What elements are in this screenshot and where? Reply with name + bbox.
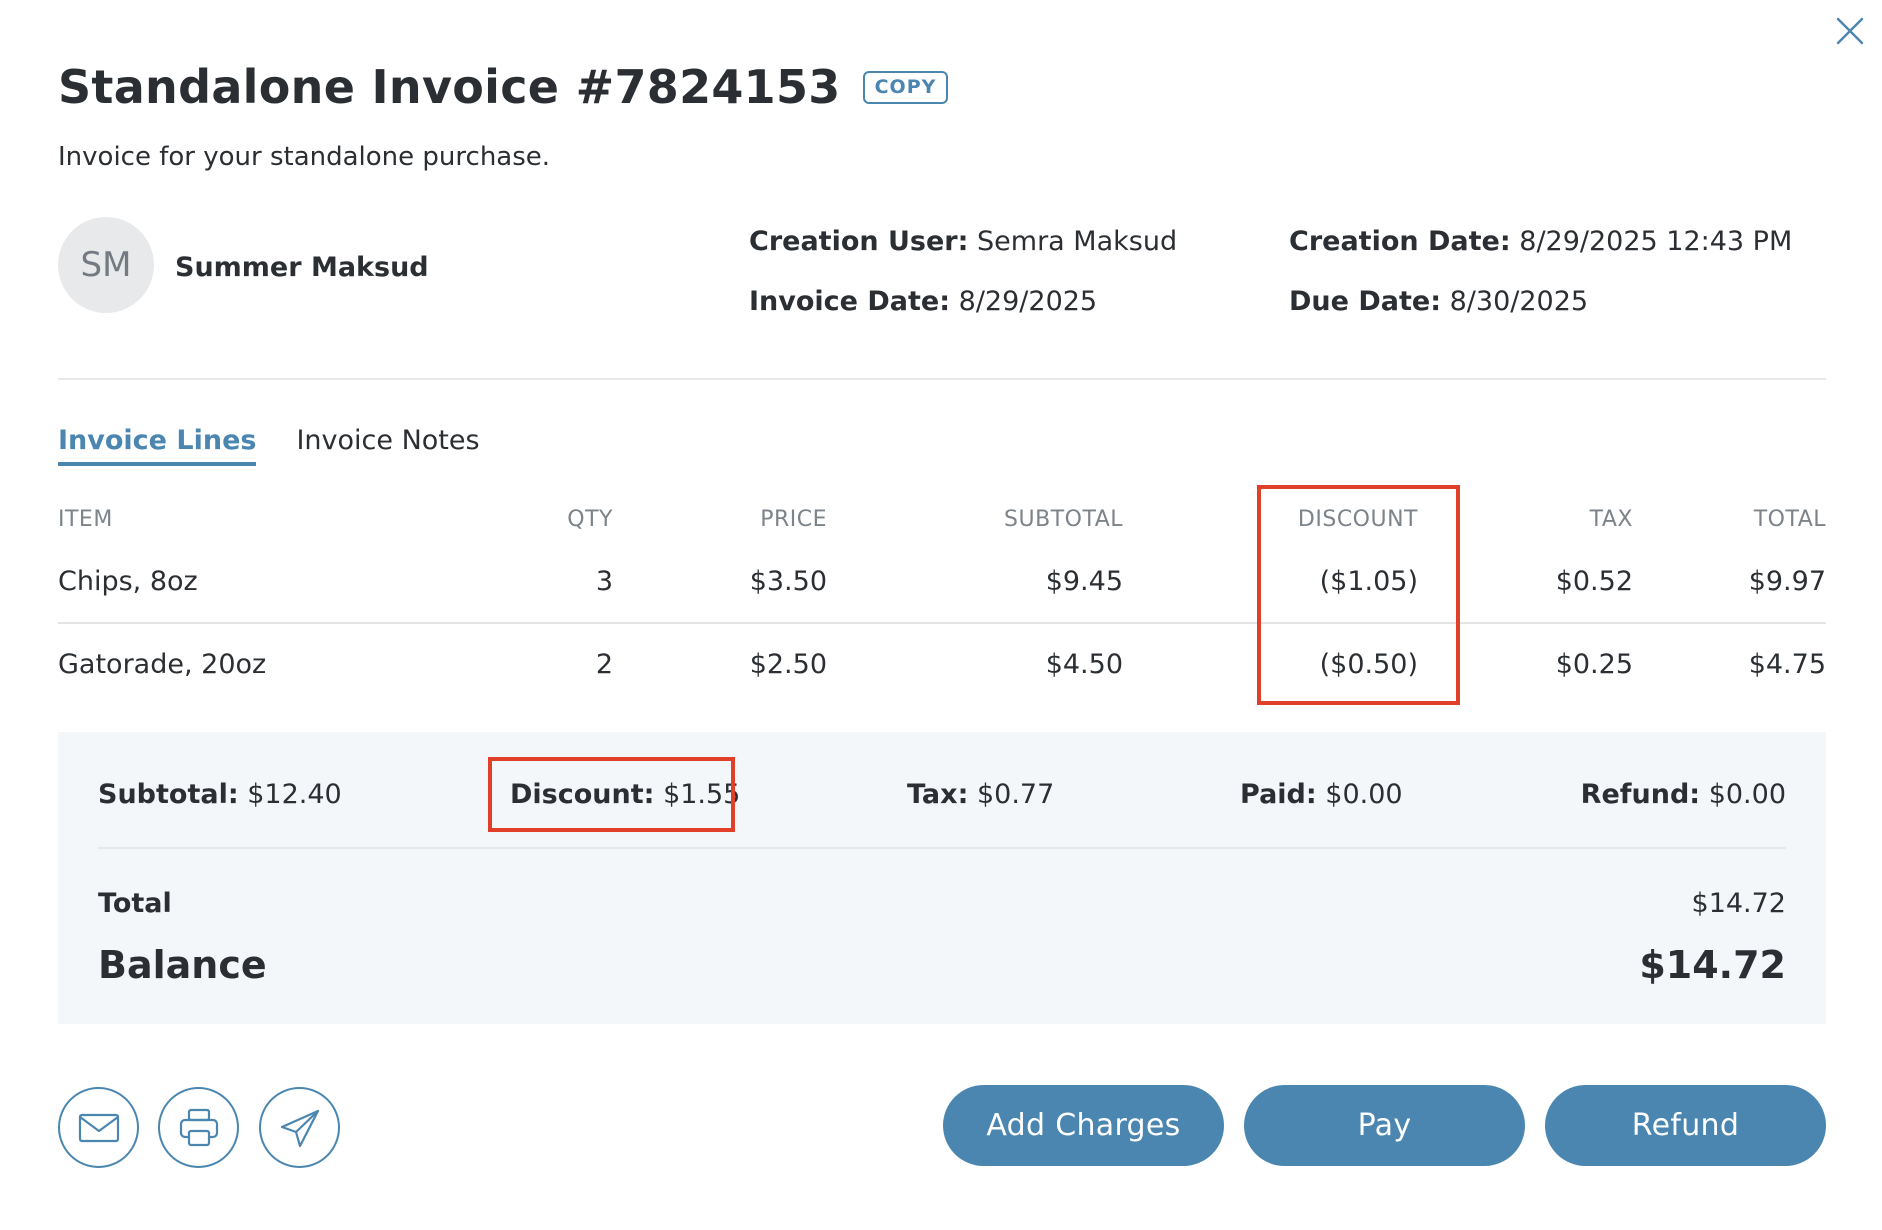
cell-item: Gatorade, 20oz (58, 649, 267, 680)
due-date: Due Date: 8/30/2025 (1289, 286, 1589, 317)
invoice-date-value: 8/29/2025 (958, 286, 1098, 317)
cell-total: $9.97 (1748, 566, 1826, 597)
summary-paid-label: Paid (1240, 779, 1306, 810)
cell-price: $3.50 (749, 566, 827, 597)
discount-summary-highlight (488, 757, 735, 832)
close-icon[interactable] (1833, 14, 1867, 48)
avatar: SM (58, 217, 154, 313)
copy-button[interactable]: COPY (862, 70, 949, 104)
invoice-date-label: Invoice Date (749, 286, 940, 317)
summary-tax: Tax: $0.77 (907, 779, 1055, 810)
column-header-price: PRICE (760, 507, 827, 532)
cell-subtotal: $9.45 (1045, 566, 1123, 597)
column-header-total: TOTAL (1753, 507, 1826, 532)
balance-label: Balance (98, 943, 267, 987)
invoice-date: Invoice Date: 8/29/2025 (749, 286, 1098, 317)
due-date-value: 8/30/2025 (1449, 286, 1589, 317)
title-row: Standalone Invoice #7824153 COPY (58, 60, 949, 114)
summary-tax-value: $0.77 (976, 779, 1055, 810)
creation-date-label: Creation Date (1289, 226, 1500, 257)
column-header-subtotal: SUBTOTAL (1004, 507, 1123, 532)
column-header-qty: QTY (567, 507, 613, 532)
cell-price: $2.50 (749, 649, 827, 680)
creation-user-label: Creation User (749, 226, 958, 257)
balance-value: $14.72 (1639, 943, 1786, 987)
summary-subtotal-value: $12.40 (247, 779, 342, 810)
page-subtitle: Invoice for your standalone purchase. (58, 142, 551, 172)
cell-total: $4.75 (1748, 649, 1826, 680)
cell-tax: $0.25 (1555, 649, 1633, 680)
summary-refund-label: Refund (1580, 779, 1690, 810)
summary-tax-label: Tax (907, 779, 958, 810)
column-header-tax: TAX (1589, 507, 1633, 532)
printer-icon (179, 1108, 218, 1146)
refund-button[interactable]: Refund (1545, 1085, 1826, 1166)
total-value: $14.72 (1691, 888, 1786, 919)
header-divider (58, 378, 1826, 380)
column-header-item: ITEM (58, 507, 113, 532)
pay-button[interactable]: Pay (1244, 1085, 1525, 1166)
summary-refund-value: $0.00 (1708, 779, 1786, 810)
creation-date-value: 8/29/2025 12:43 PM (1519, 226, 1793, 257)
tab-invoice-lines[interactable]: Invoice Lines (58, 425, 257, 466)
cell-qty: 3 (595, 566, 613, 597)
summary-divider (98, 847, 1786, 849)
envelope-icon (78, 1113, 119, 1142)
tab-bar: Invoice Lines Invoice Notes (58, 425, 480, 466)
tab-invoice-notes[interactable]: Invoice Notes (296, 425, 479, 466)
creation-user-value: Semra Maksud (977, 226, 1178, 257)
customer-name: Summer Maksud (175, 252, 429, 283)
row-divider (58, 622, 1826, 624)
page-title: Standalone Invoice #7824153 (58, 60, 841, 114)
summary-paid-value: $0.00 (1325, 779, 1403, 810)
summary-refund: Refund: $0.00 (1580, 779, 1786, 810)
paper-plane-icon (280, 1109, 319, 1147)
creation-date: Creation Date: 8/29/2025 12:43 PM (1289, 226, 1793, 257)
due-date-label: Due Date (1289, 286, 1431, 317)
cell-qty: 2 (595, 649, 613, 680)
add-charges-button[interactable]: Add Charges (943, 1085, 1224, 1166)
creation-user: Creation User: Semra Maksud (749, 226, 1178, 257)
send-button[interactable] (259, 1087, 340, 1168)
cell-subtotal: $4.50 (1045, 649, 1123, 680)
email-button[interactable] (58, 1087, 139, 1168)
print-button[interactable] (158, 1087, 239, 1168)
cell-tax: $0.52 (1555, 566, 1633, 597)
summary-paid: Paid: $0.00 (1240, 779, 1403, 810)
discount-column-highlight (1257, 485, 1460, 705)
summary-subtotal: Subtotal: $12.40 (98, 779, 342, 810)
total-label: Total (98, 888, 172, 919)
cell-item: Chips, 8oz (58, 566, 198, 597)
summary-subtotal-label: Subtotal (98, 779, 228, 810)
summary-panel (58, 732, 1826, 1024)
